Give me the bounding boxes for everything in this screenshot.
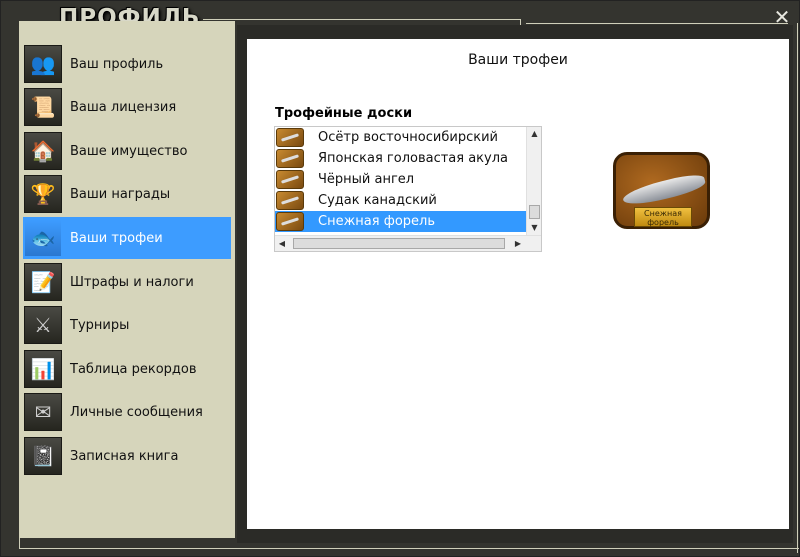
profile-window: ПРОФИЛЬ ✕ 👥 Ваш профиль 📜 Ваша лицензия …	[0, 0, 800, 557]
trophy-plaque-icon	[276, 128, 304, 147]
list-item[interactable]: Осётр восточносибирский	[275, 127, 526, 148]
license-icon: 📜	[24, 88, 62, 126]
scroll-down-arrow-icon[interactable]: ▼	[527, 221, 542, 235]
list-item-label: Японская головастая акула	[318, 151, 509, 166]
sidebar-item-fines-taxes[interactable]: 📝 Штрафы и налоги	[23, 261, 231, 303]
frame-line-top-left	[203, 19, 521, 20]
frame-line-right	[797, 23, 798, 553]
section-label: Трофейные доски	[275, 106, 413, 121]
page-title: Ваши трофеи	[468, 52, 568, 68]
sidebar-item-label: Ваше имущество	[70, 143, 188, 159]
list-item[interactable]: Японская головастая акула	[275, 148, 526, 169]
trophy-plaque-icon	[276, 149, 304, 168]
sidebar-item-tournaments[interactable]: ⚔ Турниры	[23, 304, 231, 346]
frame-line-top-right	[526, 23, 788, 24]
sidebar-item-label: Личные сообщения	[70, 404, 203, 420]
trophy-plaque-icon	[276, 170, 304, 189]
crossed-swords-icon: ⚔	[24, 306, 62, 344]
sidebar-item-trophies[interactable]: 🐟 Ваши трофеи	[23, 217, 231, 259]
trophy-plaque-preview: Снежная форель	[613, 152, 710, 229]
sidebar-item-property[interactable]: 🏠 Ваше имущество	[23, 130, 231, 172]
trophy-name-plate: Снежная форель	[634, 207, 692, 227]
sidebar-item-label: Ваша лицензия	[70, 99, 177, 115]
list-item-label: Чёрный ангел	[318, 172, 415, 187]
bar-chart-icon: 📊	[24, 350, 62, 388]
fish-image	[621, 171, 707, 209]
sidebar-item-messages[interactable]: ✉ Личные сообщения	[23, 391, 231, 433]
users-icon: 👥	[24, 45, 62, 83]
scroll-right-arrow-icon[interactable]: ▶	[511, 236, 525, 252]
sidebar-item-label: Ваш профиль	[70, 56, 164, 72]
fish-trophy-icon: 🐟	[24, 219, 62, 257]
scroll-left-arrow-icon[interactable]: ◀	[275, 236, 289, 252]
trophy-plaque-icon	[276, 191, 304, 210]
vertical-scrollbar[interactable]: ▲ ▼	[526, 127, 541, 235]
notebook-icon: 📓	[24, 437, 62, 475]
sidebar-item-label: Записная книга	[70, 448, 179, 464]
list-item-label: Снежная форель	[318, 214, 435, 229]
envelope-icon: ✉	[24, 393, 62, 431]
list-item-label: Осётр восточносибирский	[318, 130, 498, 145]
sidebar-item-records[interactable]: 📊 Таблица рекордов	[23, 348, 231, 390]
sidebar-item-license[interactable]: 📜 Ваша лицензия	[23, 86, 231, 128]
sidebar-item-label: Штрафы и налоги	[70, 274, 194, 290]
list-item[interactable]: Чёрный ангел	[275, 169, 526, 190]
list-item-selected[interactable]: Снежная форель	[275, 211, 526, 232]
trophy-boards-list[interactable]: Осётр восточносибирский Японская головас…	[274, 126, 542, 252]
frame-line-bottom	[19, 548, 799, 549]
horizontal-scrollbar[interactable]: ◀ ▶	[275, 235, 541, 251]
sidebar-item-label: Турниры	[70, 317, 130, 333]
sidebar-item-label: Таблица рекордов	[70, 361, 197, 377]
trophy-cup-icon: 🏆	[24, 175, 62, 213]
sidebar-item-awards[interactable]: 🏆 Ваши награды	[23, 173, 231, 215]
trophy-plaque-icon	[276, 212, 304, 231]
vertical-scroll-thumb[interactable]	[529, 205, 540, 219]
list-item-label: Судак канадский	[318, 193, 437, 208]
document-edit-icon: 📝	[24, 263, 62, 301]
sidebar-item-label: Ваши трофеи	[70, 230, 163, 246]
content-panel: Ваши трофеи Трофейные доски Осётр восточ…	[247, 39, 789, 529]
scroll-up-arrow-icon[interactable]: ▲	[527, 127, 542, 141]
sidebar: 👥 Ваш профиль 📜 Ваша лицензия 🏠 Ваше иму…	[19, 21, 235, 538]
sidebar-item-notebook[interactable]: 📓 Записная книга	[23, 435, 231, 477]
horizontal-scroll-thumb[interactable]	[293, 238, 505, 249]
sidebar-item-profile[interactable]: 👥 Ваш профиль	[23, 43, 231, 85]
list-item[interactable]: Судак канадский	[275, 190, 526, 211]
house-icon: 🏠	[24, 132, 62, 170]
sidebar-item-label: Ваши награды	[70, 186, 171, 202]
